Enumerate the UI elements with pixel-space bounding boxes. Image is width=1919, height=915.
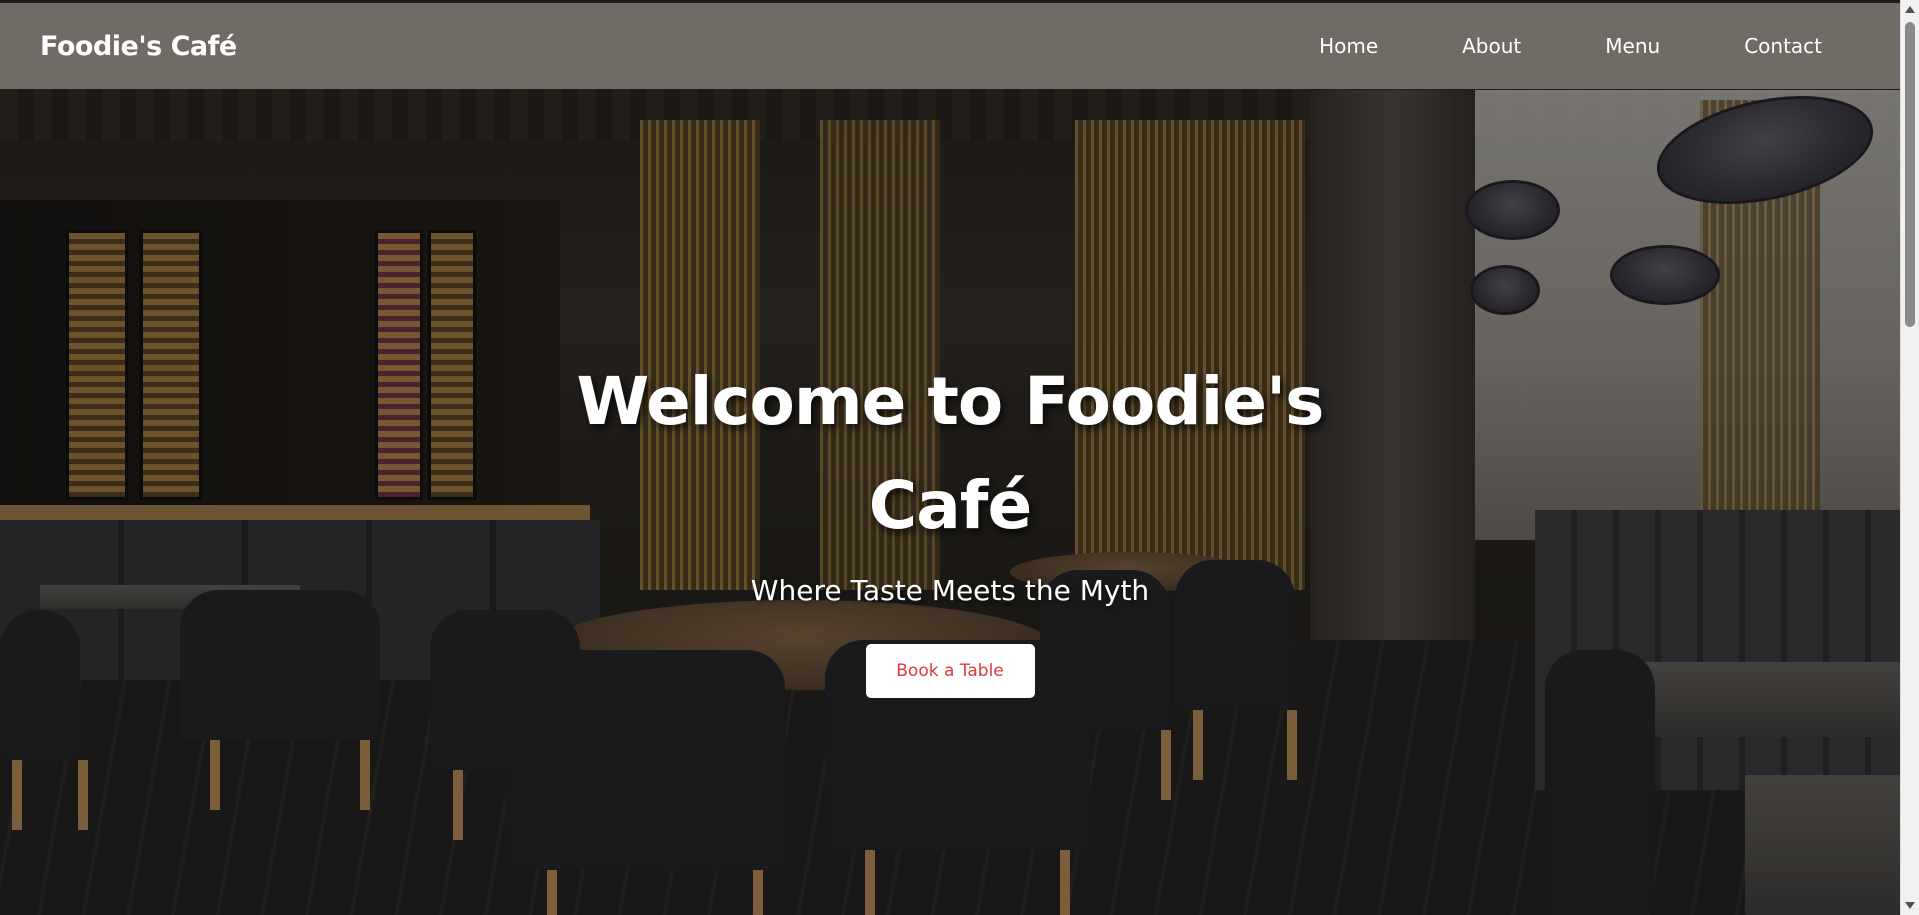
hero-title-line2: Café — [868, 467, 1032, 544]
nav-link-about[interactable]: About — [1462, 34, 1521, 58]
hero-content: Welcome to Foodie's Café Where Taste Mee… — [550, 350, 1350, 698]
scroll-thumb[interactable] — [1905, 22, 1915, 327]
nav-link-contact[interactable]: Contact — [1744, 34, 1822, 58]
nav-links: Home About Menu Contact — [1235, 34, 1822, 58]
hero-title-line1: Welcome to Foodie's — [576, 363, 1325, 440]
brand-logo[interactable]: Foodie's Café — [40, 31, 237, 62]
scroll-down-arrow-icon[interactable] — [1905, 902, 1915, 909]
nav-link-menu[interactable]: Menu — [1605, 34, 1660, 58]
book-table-button[interactable]: Book a Table — [865, 644, 1035, 698]
scroll-up-arrow-icon[interactable] — [1905, 6, 1915, 13]
hero-title: Welcome to Foodie's Café — [550, 350, 1350, 558]
navbar: Foodie's Café Home About Menu Contact — [0, 3, 1900, 89]
page-scrollbar[interactable] — [1900, 0, 1919, 915]
nav-link-home[interactable]: Home — [1319, 34, 1378, 58]
hero-subtitle: Where Taste Meets the Myth — [750, 574, 1150, 607]
